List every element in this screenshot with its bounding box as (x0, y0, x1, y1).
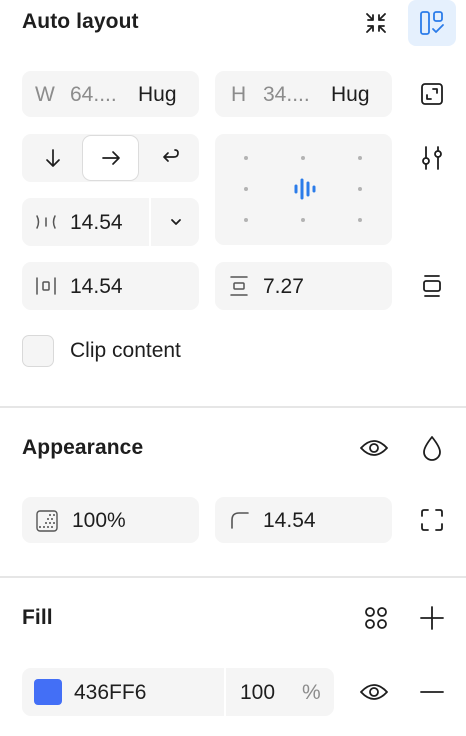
gap-divider (149, 198, 151, 246)
width-value[interactable]: 64.... (70, 83, 117, 107)
align-bottom-left[interactable] (244, 218, 248, 222)
corner-radius-field[interactable]: 14.54 (215, 497, 392, 543)
layout-settings-icon[interactable] (412, 140, 452, 176)
collapse-icon[interactable] (356, 5, 396, 41)
width-prefix: W (35, 83, 55, 106)
align-middle-right[interactable] (358, 187, 362, 191)
align-top-left[interactable] (244, 156, 248, 160)
auto-layout-suggestions-icon[interactable] (408, 0, 456, 46)
width-field[interactable]: W 64.... Hug (22, 71, 199, 117)
appearance-title: Appearance (22, 436, 144, 459)
add-fill-icon[interactable] (412, 600, 452, 636)
horizontal-padding-value[interactable]: 14.54 (70, 275, 123, 299)
horizontal-padding-field[interactable]: 14.54 (22, 262, 199, 310)
direction-vertical-button[interactable] (26, 137, 80, 179)
width-mode[interactable]: Hug (138, 83, 177, 107)
direction-wrap-button[interactable] (144, 137, 196, 179)
corner-radius-value[interactable]: 14.54 (263, 509, 316, 533)
clip-content-checkbox[interactable] (22, 335, 54, 367)
fill-color-field[interactable]: 436FF6 100 % (22, 668, 334, 716)
opacity-value[interactable]: 100% (72, 509, 126, 533)
opacity-field[interactable]: 100% (22, 497, 199, 543)
eye-icon[interactable] (354, 430, 394, 466)
styles-grid-icon[interactable] (356, 600, 396, 636)
individual-corners-icon[interactable] (412, 502, 452, 538)
blend-mode-icon[interactable] (412, 430, 452, 466)
align-bottom-center[interactable] (301, 218, 305, 222)
fill-opacity-unit: % (302, 681, 321, 704)
align-middle-center-icon[interactable] (291, 177, 317, 201)
chevron-down-icon[interactable] (152, 198, 199, 246)
horizontal-padding-icon (34, 274, 58, 298)
vertical-padding-value[interactable]: 7.27 (263, 275, 304, 299)
individual-padding-icon[interactable] (412, 268, 452, 304)
height-field[interactable]: H 34.... Hug (215, 71, 392, 117)
fill-color-swatch[interactable] (34, 679, 62, 705)
align-top-center[interactable] (301, 156, 305, 160)
alignment-grid[interactable] (215, 134, 392, 245)
corner-radius-icon (229, 509, 251, 531)
gap-icon (34, 210, 58, 234)
height-mode[interactable]: Hug (331, 83, 370, 107)
direction-control (22, 134, 199, 182)
clip-content-label[interactable]: Clip content (70, 339, 181, 363)
height-prefix: H (231, 83, 247, 106)
align-middle-left[interactable] (244, 187, 248, 191)
section-divider (0, 406, 466, 408)
fill-title: Fill (22, 606, 53, 629)
vertical-padding-icon (227, 274, 251, 298)
resize-to-fit-icon[interactable] (412, 76, 452, 112)
direction-horizontal-button[interactable] (82, 135, 139, 181)
remove-fill-icon[interactable] (412, 674, 452, 710)
height-value[interactable]: 34.... (263, 83, 310, 107)
align-top-right[interactable] (358, 156, 362, 160)
auto-layout-title: Auto layout (22, 10, 139, 33)
vertical-padding-field[interactable]: 7.27 (215, 262, 392, 310)
eye-icon[interactable] (354, 674, 394, 710)
opacity-icon (35, 509, 59, 533)
section-divider (0, 576, 466, 578)
fill-hex-value[interactable]: 436FF6 (74, 681, 146, 705)
fill-divider (224, 668, 226, 716)
fill-opacity-value[interactable]: 100 (240, 681, 275, 705)
align-bottom-right[interactable] (358, 218, 362, 222)
gap-field[interactable]: 14.54 (22, 198, 199, 246)
gap-value[interactable]: 14.54 (70, 211, 123, 235)
